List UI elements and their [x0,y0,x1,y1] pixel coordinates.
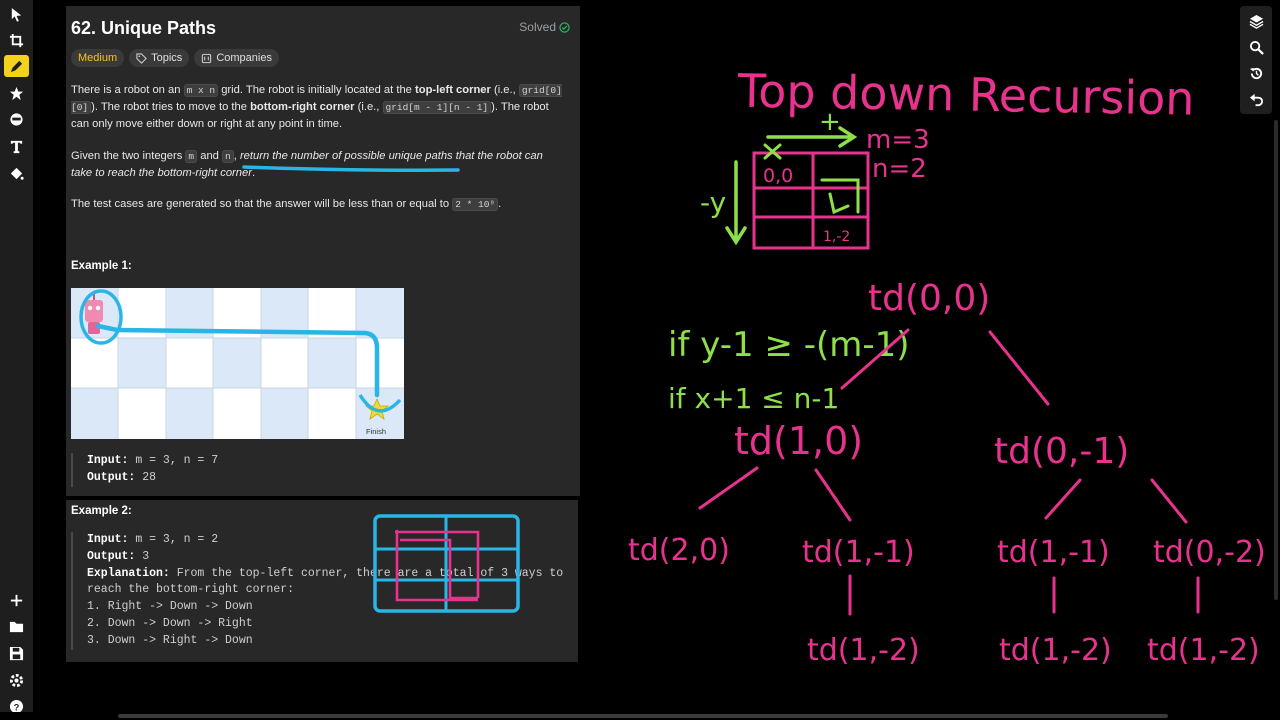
example-1-title: Example 1: [71,260,132,272]
history-icon[interactable] [1245,62,1267,84]
m-label: m=3 [866,125,930,155]
left-toolbar: ? [0,0,33,720]
pointer-tool-icon[interactable] [4,3,29,25]
end-cell-label: 1,-2 [823,229,850,245]
search-icon[interactable] [1245,36,1267,58]
example-2-panel: Example 2: Input: m = 3, n = 2 Output: 3… [66,500,578,662]
horizontal-scrollbar[interactable] [118,714,1168,718]
tree-node-1-0: td(1,0) [734,419,863,463]
tree-node-2-0: td(2,0) [628,533,730,568]
layers-icon[interactable] [1245,10,1267,32]
grid-diagram: 0,0 1,-2 [752,151,870,250]
description-paragraph-3: The test cases are generated so that the… [71,198,502,211]
tree-node-1-neg1-a: td(1,-1) [802,535,915,570]
topics-label: Topics [151,52,183,64]
description-paragraph-1: There is a robot on an m x n grid. The r… [71,84,562,130]
tree-node-0-neg2: td(0,-2) [1153,535,1266,570]
tree-node-1-neg2-b: td(1,-2) [999,633,1112,668]
n-label: n=2 [872,154,927,184]
vertical-scrollbar[interactable] [1274,120,1278,600]
building-icon [202,53,212,63]
problem-title: 62. Unique Paths [71,18,217,38]
plus-label: + [819,107,841,137]
settings-icon[interactable] [4,669,29,691]
companies-chip[interactable]: Companies [194,49,279,67]
tree-node-root: td(0,0) [868,278,990,319]
undo-icon[interactable] [1245,88,1267,110]
tree-node-0-neg1: td(0,-1) [994,431,1129,472]
right-toolbar [1240,6,1272,114]
condition-1: if y-1 ≥ -(m-1) [668,325,910,365]
finish-label: Finish [366,427,387,436]
example-1-grid-image: Finish [71,288,404,439]
check-circle-icon [559,21,570,33]
problem-panel: 62. Unique Paths Solved Medium Topics Co… [66,6,580,496]
svg-text:?: ? [14,702,20,712]
tree-node-1-neg1-b: td(1,-1) [997,535,1110,570]
example-1-io: Input: m = 3, n = 7 Output: 28 [71,453,218,487]
description-paragraph-2: Given the two integers m and n, return t… [71,150,543,179]
tree-node-1-neg2-a: td(1,-2) [807,633,920,668]
notes-heading: Top down Recursion [736,64,1194,126]
example-2-io: Input: m = 3, n = 2 Output: 3 Explanatio… [71,532,563,650]
tag-chips: Medium Topics Companies [71,49,279,67]
folder-icon[interactable] [4,615,29,637]
add-icon[interactable] [4,589,29,611]
crop-tool-icon[interactable] [4,29,29,51]
condition-2: if x+1 ≤ n-1 [668,382,839,415]
solved-status: Solved [519,20,570,34]
save-icon[interactable] [4,642,29,664]
start-cell-label: 0,0 [763,165,793,187]
minus-y-label: -y [700,186,726,219]
star-tool-icon[interactable] [4,82,29,104]
topics-chip[interactable]: Topics [129,49,190,67]
fill-tool-icon[interactable] [4,162,29,184]
sticker-tool-icon[interactable] [4,108,29,130]
pen-tool-icon[interactable] [4,55,29,77]
text-tool-icon[interactable] [4,135,29,157]
solved-label: Solved [519,20,556,34]
tree-node-1-neg2-c: td(1,-2) [1147,633,1260,668]
difficulty-chip[interactable]: Medium [71,49,125,67]
tag-icon [136,52,147,64]
companies-label: Companies [216,52,272,64]
example-2-title: Example 2: [71,505,132,517]
